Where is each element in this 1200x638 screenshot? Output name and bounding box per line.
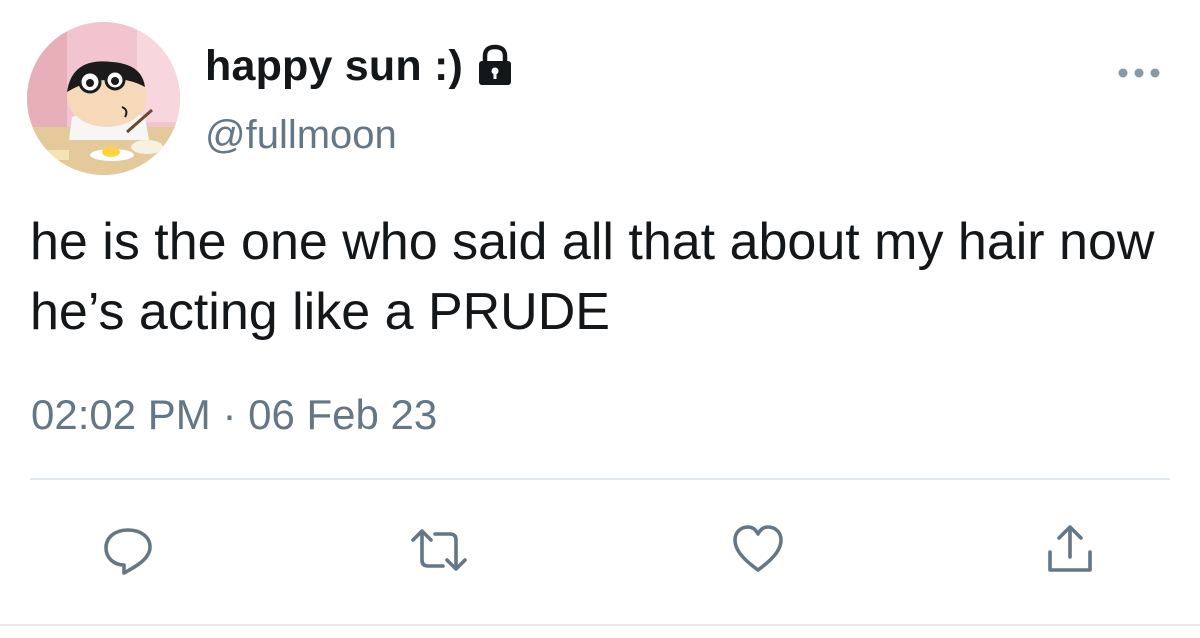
tweet-timestamp[interactable]: 02:02 PM · 06 Feb 23 <box>31 391 437 439</box>
tweet-card: happy sun :) @fullmoon he is the one who… <box>0 0 1200 638</box>
tweet-date: 06 Feb 23 <box>248 391 438 438</box>
user-handle[interactable]: @fullmoon <box>205 113 397 158</box>
display-name-row: happy sun :) <box>205 38 515 94</box>
display-name[interactable]: happy sun :) <box>205 42 463 91</box>
heart-icon <box>730 522 786 578</box>
share-icon <box>1042 522 1098 578</box>
avatar[interactable] <box>27 22 180 175</box>
bottom-divider <box>0 624 1200 626</box>
divider <box>30 478 1170 480</box>
tweet-time: 02:02 PM <box>31 391 211 438</box>
tweet-text: he is the one who said all that about my… <box>30 213 1155 341</box>
reply-button[interactable] <box>98 520 158 580</box>
more-icon[interactable] <box>1114 62 1164 84</box>
retweet-button[interactable] <box>409 520 469 580</box>
like-button[interactable] <box>728 520 788 580</box>
avatar-illustration <box>27 22 180 175</box>
meta-separator: · <box>222 391 237 438</box>
reply-icon <box>100 522 156 578</box>
lock-icon <box>475 44 515 88</box>
retweet-icon <box>409 522 469 578</box>
share-button[interactable] <box>1040 520 1100 580</box>
